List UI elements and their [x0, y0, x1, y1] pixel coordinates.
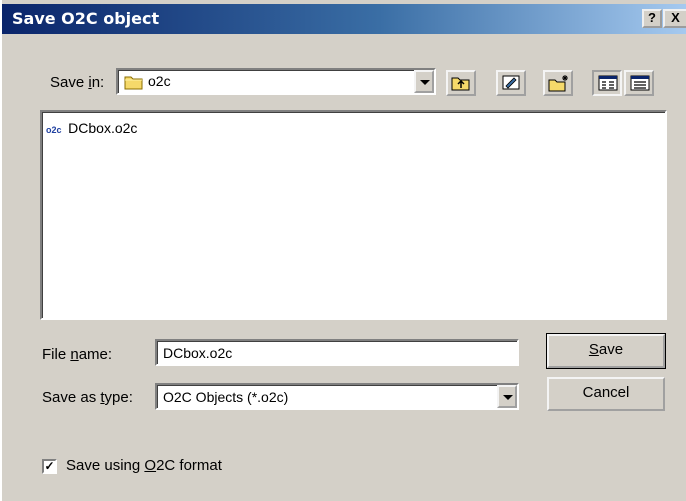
details-view-button[interactable]: [624, 70, 654, 96]
o2c-format-checkbox[interactable]: ✓: [42, 459, 57, 474]
new-folder-button[interactable]: [543, 70, 573, 96]
save-as-type-label: Save as type:: [42, 389, 133, 406]
save-button[interactable]: Save: [546, 333, 666, 369]
details-view-icon: [630, 75, 650, 95]
help-button[interactable]: ?: [642, 9, 662, 28]
file-name-input[interactable]: DCbox.o2c: [155, 339, 519, 366]
new-folder-icon: [548, 74, 570, 96]
list-view-icon: [598, 75, 618, 95]
save-in-label: Save in:: [50, 74, 105, 91]
file-list[interactable]: o2c DCbox.o2c: [40, 110, 667, 320]
list-item[interactable]: o2c DCbox.o2c: [46, 120, 137, 138]
save-in-combo[interactable]: o2c: [116, 68, 436, 95]
file-item-name: DCbox.o2c: [68, 120, 138, 136]
title-bar: Save O2C object ? X: [2, 4, 686, 34]
save-as-type-value: O2C Objects (*.o2c): [163, 389, 289, 405]
file-name-value: DCbox.o2c: [163, 345, 233, 361]
list-view-button[interactable]: [592, 70, 622, 96]
cancel-button[interactable]: Cancel: [547, 377, 665, 411]
folder-icon: [124, 74, 144, 94]
up-one-level-icon: [451, 74, 471, 96]
window-title: Save O2C object: [12, 9, 160, 28]
file-name-label: File name:: [42, 346, 113, 363]
save-as-type-dropdown-arrow[interactable]: [497, 385, 517, 408]
close-button[interactable]: X: [663, 9, 686, 28]
save-as-type-select[interactable]: O2C Objects (*.o2c): [155, 383, 519, 410]
up-one-level-button[interactable]: [446, 70, 476, 96]
save-dialog: Save O2C object ? X Save in: o2c o2c DCb…: [0, 0, 686, 501]
desktop-button[interactable]: [496, 70, 526, 96]
o2c-file-icon: o2c: [46, 125, 62, 135]
save-in-value: o2c: [148, 73, 171, 89]
desktop-icon: [501, 74, 521, 96]
save-in-dropdown-arrow[interactable]: [414, 70, 434, 93]
o2c-format-label[interactable]: Save using O2C format: [66, 457, 222, 474]
